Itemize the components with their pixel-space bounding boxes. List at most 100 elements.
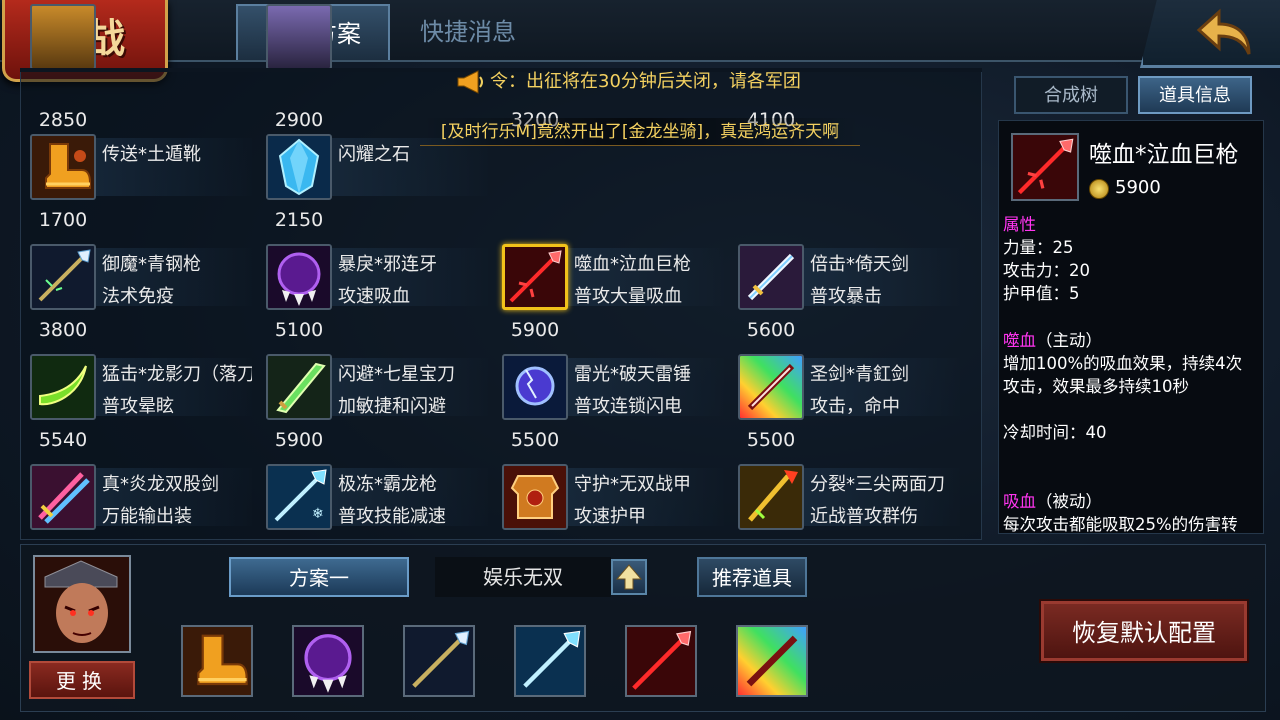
partial-item-icon xyxy=(266,4,332,70)
item-name: 分裂*三尖两面刀 xyxy=(810,474,945,492)
item-desc: 普攻晕眩 xyxy=(102,396,174,417)
item-cell[interactable]: 御魔*青钢枪 法术免疫 3800 xyxy=(20,244,256,352)
back-arrow-icon xyxy=(1196,8,1251,55)
crescent-blade-icon xyxy=(30,354,96,420)
announcement-text: 令：出征将在30分钟后关闭，请各军团 xyxy=(490,71,801,92)
item-desc: 近战普攻群伤 xyxy=(810,506,918,527)
item-cell[interactable]: 2850 xyxy=(20,4,256,142)
swap-hero-button[interactable]: 更换 xyxy=(29,661,135,699)
item-cell[interactable]: 闪避*七星宝刀 加敏捷和闪避 5900 xyxy=(256,354,492,462)
item-price: 5600 xyxy=(746,319,796,341)
sword-icon xyxy=(738,244,804,310)
item-desc: 普攻技能减速 xyxy=(338,506,446,527)
loadout-slot-fang-necklace[interactable] xyxy=(292,625,364,697)
item-price: 2150 xyxy=(274,209,324,231)
item-name: 雷光*破天雷锤 xyxy=(574,364,691,382)
item-name: 圣剑*青釭剑 xyxy=(810,364,909,382)
item-name: 闪避*七星宝刀 xyxy=(338,364,455,382)
tab-synthesis-tree[interactable]: 合成树 xyxy=(1014,76,1128,114)
partial-item-icon xyxy=(30,4,96,70)
tab-item-info[interactable]: 道具信息 xyxy=(1138,76,1252,114)
attr-title: 属性 xyxy=(1003,215,1036,234)
stat-line: 护甲值：5 xyxy=(1003,284,1080,303)
stat-line: 攻击力：20 xyxy=(1003,261,1090,280)
item-cell[interactable]: 传送*土遁靴 1700 xyxy=(20,134,256,242)
plan-select-button[interactable]: 方案一 xyxy=(229,557,409,597)
item-price: 5900 xyxy=(510,319,560,341)
item-price: 2850 xyxy=(38,109,88,131)
stat-line: 力量：25 xyxy=(1003,238,1074,257)
loadout-slot-boots[interactable] xyxy=(181,625,253,697)
info-item-price: 5900 xyxy=(1115,177,1161,198)
announcement-scroll: 令：出征将在30分钟后关闭，请各军团 xyxy=(456,66,876,98)
item-desc: 万能输出装 xyxy=(102,506,192,527)
plan-name-field[interactable]: 娱乐无双 xyxy=(435,557,611,597)
item-desc: 普攻大量吸血 xyxy=(574,286,682,307)
item-desc: 普攻连锁闪电 xyxy=(574,396,682,417)
item-price: 2900 xyxy=(274,109,324,131)
upload-plan-button[interactable] xyxy=(611,559,647,595)
item-name: 御魔*青钢枪 xyxy=(102,254,201,272)
skill-desc-line: 每次攻击都能吸取25%的伤害转 xyxy=(1003,515,1238,534)
item-price: 5900 xyxy=(274,429,324,451)
blood-spear-icon xyxy=(502,244,568,310)
up-arrow-icon xyxy=(615,564,643,590)
crystal-icon xyxy=(266,134,332,200)
item-desc: 攻击，命中 xyxy=(810,396,900,417)
blood-spear-icon xyxy=(1011,133,1079,201)
item-desc: 攻速护甲 xyxy=(574,506,646,527)
passive-skill-header: 吸血（被动） xyxy=(1003,490,1261,513)
item-price: 5500 xyxy=(510,429,560,451)
item-info-panel: 噬血*泣血巨枪 5900 属性 力量：25 攻击力：20 护甲值：5 噬血（主动… xyxy=(998,120,1264,534)
boots-icon xyxy=(30,134,96,200)
green-blade-icon xyxy=(266,354,332,420)
item-cell[interactable]: 闪耀之石 2150 xyxy=(256,134,492,242)
gold-coin-icon xyxy=(1089,179,1109,199)
frost-spear-icon: ❄ xyxy=(266,464,332,530)
trident-blade-icon xyxy=(738,464,804,530)
item-price: 5540 xyxy=(38,429,88,451)
skill-desc-line: 增加100%的吸血效果，持续4次 xyxy=(1003,354,1243,373)
twin-swords-icon xyxy=(30,464,96,530)
item-name: 倍击*倚天剑 xyxy=(810,254,909,272)
cooldown: 冷却时间：40 xyxy=(1003,423,1107,442)
item-cell[interactable]: 猛击*龙影刀（落刀式） 普攻晕眩 5540 xyxy=(20,354,256,462)
passive-skill-type: （被动） xyxy=(1036,492,1102,511)
loadout-slot-rainbow-sword[interactable] xyxy=(736,625,808,697)
hero-portrait[interactable] xyxy=(33,555,131,653)
item-name: 传送*土遁靴 xyxy=(102,144,201,162)
loadout-slot-blood-spear[interactable] xyxy=(625,625,697,697)
skill-desc-line: 攻击，效果最多持续10秒 xyxy=(1003,377,1189,396)
item-desc: 普攻暴击 xyxy=(810,286,882,307)
item-cell[interactable]: 雷光*破天雷锤 普攻连锁闪电 5500 xyxy=(492,354,728,462)
active-skill-type: （主动） xyxy=(1036,331,1102,350)
item-cell[interactable]: 倍击*倚天剑 普攻暴击 5600 xyxy=(728,244,964,352)
back-button[interactable] xyxy=(1140,0,1280,68)
restore-default-button[interactable]: 恢复默认配置 xyxy=(1041,601,1247,661)
item-price: 1700 xyxy=(38,209,88,231)
item-name: 真*炎龙双股剑 xyxy=(102,474,219,492)
item-cell[interactable]: 圣剑*青釭剑 攻击，命中 5500 xyxy=(728,354,964,462)
item-cell[interactable]: 暴戾*邪连牙 攻速吸血 5100 xyxy=(256,244,492,352)
recommend-items-button[interactable]: 推荐道具 xyxy=(697,557,807,597)
active-skill-name: 噬血 xyxy=(1003,331,1036,350)
megaphone-icon xyxy=(457,70,483,94)
rainbow-sword-icon xyxy=(738,354,804,420)
item-desc: 加敏捷和闪避 xyxy=(338,396,446,417)
loadout-slot-frost-spear[interactable] xyxy=(514,625,586,697)
svg-text:❄: ❄ xyxy=(312,506,324,522)
system-broadcast: [及时行乐M]竟然开出了[金龙坐骑]，真是鸿运齐天啊 xyxy=(420,118,860,146)
passive-skill-name: 吸血 xyxy=(1003,492,1036,511)
active-skill-header: 噬血（主动） xyxy=(1003,329,1261,352)
item-name: 噬血*泣血巨枪 xyxy=(574,254,691,272)
thunder-hammer-icon xyxy=(502,354,568,420)
loadout-slot-spear[interactable] xyxy=(403,625,475,697)
item-name: 守护*无双战甲 xyxy=(574,474,691,492)
item-cell-selected[interactable]: 噬血*泣血巨枪 普攻大量吸血 5900 xyxy=(492,244,728,352)
armor-icon xyxy=(502,464,568,530)
item-name: 暴戾*邪连牙 xyxy=(338,254,437,272)
item-desc: 攻速吸血 xyxy=(338,286,410,307)
item-desc: 法术免疫 xyxy=(102,286,174,307)
item-name: 猛击*龙影刀（落刀式） xyxy=(102,364,252,382)
item-price: 5500 xyxy=(746,429,796,451)
